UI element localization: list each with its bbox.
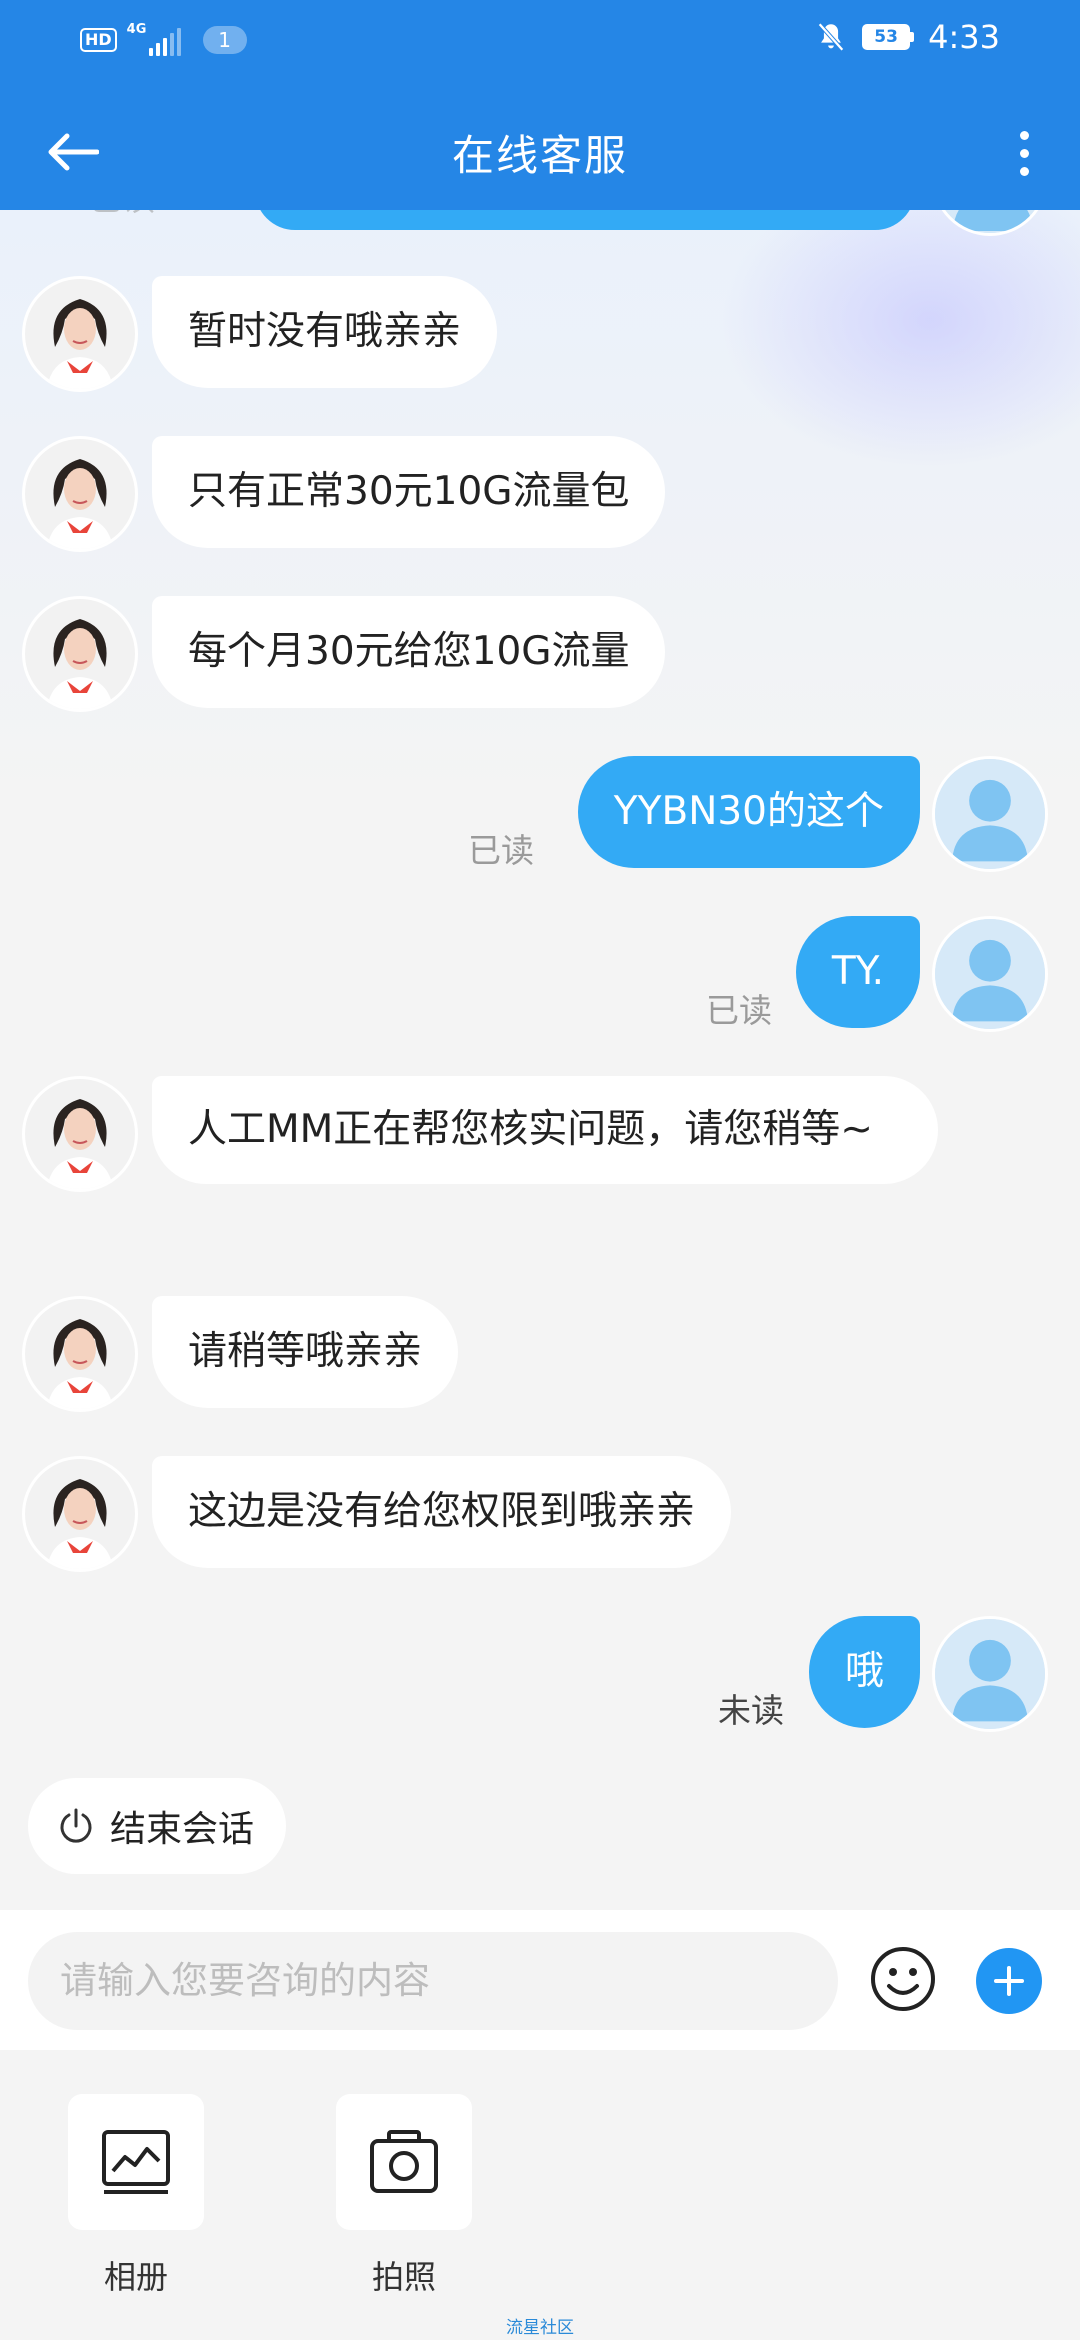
end-session-button[interactable]: 结束会话 [28,1778,287,1874]
user-placeholder-icon [935,759,1045,869]
more-vertical-icon [1019,130,1029,140]
camera-label: 拍照 [371,2258,436,2296]
message-bubble: 每个月30元给您10G流量 [152,596,666,708]
agent-avatar [22,1456,138,1572]
user-placeholder-icon [935,919,1045,1029]
message-bubble: 哦 [808,1616,920,1728]
album-button[interactable]: 相册 [68,2094,204,2298]
more-button[interactable] [996,118,1052,188]
power-icon [60,1808,92,1843]
end-session-label: 结束会话 [110,1809,255,1850]
album-tile[interactable] [68,2094,204,2230]
message-bubble: 这边是没有给您权限到哦亲亲 [152,1456,732,1568]
agent-avatar [22,436,138,552]
user-avatar [932,756,1048,872]
agent-avatar [22,276,138,392]
message-bubble: 请稍等哦亲亲 [152,1296,459,1408]
bell-muted-icon [818,22,845,52]
read-status: 未读 [718,1691,784,1730]
message-bubble [255,210,915,230]
plus-icon [994,1966,1024,1996]
emoji-icon [871,1947,935,2011]
user-avatar [932,1616,1048,1732]
camera-icon [370,2130,438,2193]
chat-screen: HD 4G 1 53 4:33 在线客服 暂时没有哦亲亲 只有正常30元10G流… [0,0,1080,2340]
notification-count-badge: 1 [202,26,247,54]
battery-icon: 53 [862,24,915,50]
status-bar: HD 4G 1 53 4:33 [0,0,1080,84]
watermark: 流星社区 [506,2318,574,2338]
page-title: 在线客服 [451,131,628,180]
read-status: 已读 [706,991,772,1030]
hd-badge: HD [80,28,117,52]
read-status: 已读 [468,831,534,870]
network-type: 4G [126,22,147,37]
agent-avatar [22,1076,138,1192]
attachment-panel: 相册 拍照 流星社区 [0,2050,1080,2340]
message-bubble: 暂时没有哦亲亲 [152,276,498,388]
message-input[interactable]: 请输入您要咨询的内容 [28,1932,838,2030]
message-bubble: TY. [795,916,920,1028]
read-status: 已读 [89,210,155,220]
album-label: 相册 [103,2258,168,2296]
message-bubble: 人工MM正在帮您核实问题，请您稍等~ [152,1076,938,1184]
message-bubble: YYBN30的这个 [577,756,920,868]
input-bar: 请输入您要咨询的内容 [0,1910,1080,2050]
camera-button[interactable]: 拍照 [336,2094,472,2298]
navbar: 在线客服 [0,100,1080,200]
user-placeholder-icon [935,1619,1045,1729]
message-bubble: 只有正常30元10G流量包 [152,436,666,548]
signal-icon: 4G [126,22,181,56]
status-left: HD 4G 1 [80,22,247,56]
header: HD 4G 1 53 4:33 在线客服 [0,0,1080,210]
camera-tile[interactable] [336,2094,472,2230]
battery-level: 53 [862,24,911,50]
image-icon [102,2130,170,2194]
more-actions-button[interactable] [976,1948,1042,2014]
status-right: 53 4:33 [814,18,1000,56]
message-list[interactable]: 已读 暂时没有哦亲亲 [0,210,1080,1910]
user-avatar [932,916,1048,1032]
clock: 4:33 [928,18,1000,56]
agent-avatar [22,1296,138,1412]
agent-avatar [22,596,138,712]
emoji-button[interactable] [868,1944,938,2014]
